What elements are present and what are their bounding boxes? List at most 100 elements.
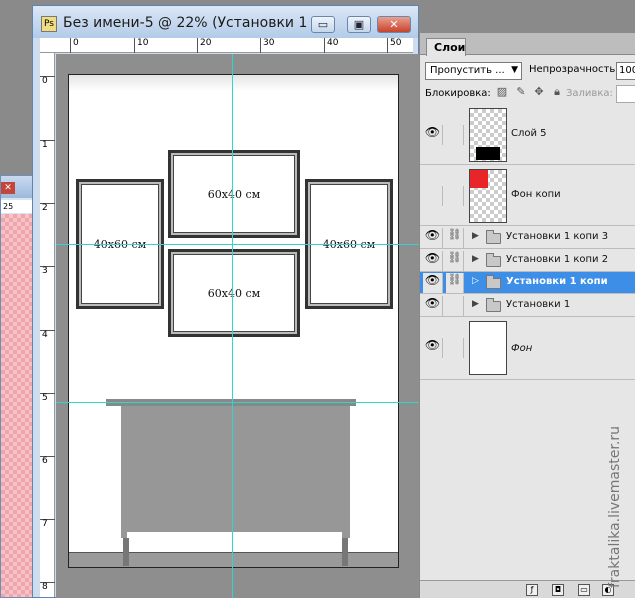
layers-panel-toolbar: ƒ ◘ ▭ ◐ <box>420 580 635 598</box>
vertical-ruler[interactable]: 0 1 2 3 4 5 6 7 8 <box>40 53 55 597</box>
fill-label: Заливка: <box>566 88 613 99</box>
ruler-tick: 30 <box>260 38 274 53</box>
vertical-guide[interactable] <box>232 54 233 598</box>
opacity-input[interactable]: 100 <box>616 62 635 80</box>
layer-name: Фон копи <box>511 189 561 200</box>
expand-triangle-icon[interactable]: ▶ <box>472 299 479 309</box>
opacity-label: Непрозрачность: <box>529 64 619 75</box>
layer-name: Установки 1 копи 2 <box>506 254 609 265</box>
document-title: Без имени-5 @ 22% (Установки 1 ... <box>63 15 326 31</box>
panel-tabstrip: Слои <box>420 33 635 56</box>
folder-icon <box>486 253 501 267</box>
horizontal-ruler[interactable]: 0 10 20 30 40 50 <box>40 38 413 53</box>
layers-panel: Слои Пропустить ... ▼ Непрозрачность: 10… <box>419 33 635 598</box>
eye-icon[interactable]: 👁︎ <box>423 251 443 271</box>
link-slot[interactable] <box>446 186 464 206</box>
horizontal-guide-upper[interactable] <box>56 244 419 245</box>
background-window-ruler: 25 <box>1 200 32 213</box>
table-leg-right <box>342 538 348 566</box>
table-shelf-gap <box>127 532 342 538</box>
background-window-close-button[interactable]: ✕ <box>1 182 15 194</box>
layer-group-row[interactable]: 👁︎ ⛓︎ ▶ Установки 1 копи 2 <box>420 250 635 272</box>
lock-label: Блокировка: <box>425 88 491 99</box>
table-body <box>121 406 350 538</box>
minimize-button[interactable]: ▭ <box>311 16 335 33</box>
expand-triangle-icon[interactable]: ▶ <box>472 254 479 264</box>
link-icon[interactable]: ⛓︎ <box>446 273 464 293</box>
layer-style-icon[interactable]: ƒ <box>526 584 538 596</box>
watermark: fraktalika.livemaster.ru <box>607 426 623 588</box>
eye-icon[interactable]: 👁︎ <box>423 125 443 145</box>
photoshop-doc-icon: Ps <box>41 16 57 32</box>
eye-icon[interactable]: 👁︎ <box>423 296 443 316</box>
document-titlebar[interactable]: Ps Без имени-5 @ 22% (Установки 1 ... ▭ … <box>33 6 418 38</box>
expand-triangle-icon[interactable]: ▷ <box>472 276 479 286</box>
link-icon[interactable]: ⛓︎ <box>446 228 464 248</box>
ruler-tick: 3 <box>40 266 55 276</box>
ruler-tick: 2 <box>40 203 55 213</box>
close-button[interactable]: ✕ <box>377 16 411 33</box>
layer-row[interactable]: 👁︎ Фон <box>420 318 635 380</box>
ruler-tick: 20 <box>197 38 211 53</box>
ruler-tick: 6 <box>40 456 55 466</box>
link-icon[interactable]: ⛓︎ <box>446 251 464 271</box>
eye-icon[interactable]: 👁︎ <box>423 228 443 248</box>
link-slot[interactable] <box>446 296 464 316</box>
floor <box>69 552 398 567</box>
eye-hidden-slot[interactable] <box>423 186 443 206</box>
new-group-icon[interactable]: ▭ <box>578 584 590 596</box>
lock-all-icon[interactable]: 🔒︎ <box>551 86 563 98</box>
layer-group-row-selected[interactable]: 👁︎ ⛓︎ ▷ Установки 1 копи <box>420 272 635 294</box>
eye-icon[interactable]: 👁︎ <box>423 273 443 293</box>
layer-name: Установки 1 копи 3 <box>506 231 609 242</box>
layer-row[interactable]: Фон копи <box>420 166 635 226</box>
add-mask-icon[interactable]: ◘ <box>552 584 564 596</box>
eye-icon[interactable]: 👁︎ <box>423 338 443 358</box>
tab-layers[interactable]: Слои <box>426 38 466 56</box>
ruler-tick: 40 <box>324 38 338 53</box>
ruler-tick: 0 <box>40 76 55 86</box>
layer-group-row[interactable]: 👁︎ ▶ Установки 1 <box>420 295 635 317</box>
ruler-tick: 5 <box>40 393 55 403</box>
layer-row[interactable]: 👁︎ Слой 5 <box>420 105 635 165</box>
ruler-tick: 50 <box>387 38 401 53</box>
blend-mode-value: Пропустить ... <box>430 65 505 76</box>
lock-pixels-icon[interactable]: ✎ <box>515 86 527 98</box>
background-document-window: ✕ 25 <box>0 175 33 598</box>
thumbnail-red-square <box>470 170 488 188</box>
ruler-tick: 8 <box>40 582 55 592</box>
link-slot[interactable] <box>446 125 464 145</box>
table-leg-left <box>123 538 129 566</box>
blend-mode-select[interactable]: Пропустить ... ▼ <box>425 62 522 80</box>
layer-thumbnail <box>469 169 507 223</box>
ruler-tick: 1 <box>40 140 55 150</box>
chevron-down-icon: ▼ <box>511 65 518 75</box>
frame-bottom-center: 60x40 см <box>168 249 300 337</box>
horizontal-guide-lower[interactable] <box>56 402 419 403</box>
document-window: Ps Без имени-5 @ 22% (Установки 1 ... ▭ … <box>32 5 419 598</box>
layer-name: Установки 1 <box>506 299 571 310</box>
folder-icon <box>486 275 501 289</box>
lock-position-icon[interactable]: ✥ <box>533 86 545 98</box>
layer-thumbnail <box>469 108 507 162</box>
thumbnail-black-rect <box>476 147 500 160</box>
fill-input[interactable] <box>616 85 635 103</box>
background-window-canvas <box>1 214 32 597</box>
expand-triangle-icon[interactable]: ▶ <box>472 231 479 241</box>
canvas-area[interactable]: 40x60 см 60x40 см 60x40 см 40x60 см <box>56 54 419 598</box>
frame-top-center: 60x40 см <box>168 150 300 238</box>
layer-name: Слой 5 <box>511 128 547 139</box>
link-slot[interactable] <box>446 338 464 358</box>
folder-icon <box>486 230 501 244</box>
maximize-button[interactable]: ▣ <box>347 16 371 33</box>
folder-icon <box>486 298 501 312</box>
document-canvas[interactable]: 40x60 см 60x40 см 60x40 см 40x60 см <box>68 74 399 568</box>
layer-group-row[interactable]: 👁︎ ⛓︎ ▶ Установки 1 копи 3 <box>420 227 635 249</box>
ruler-tick: 7 <box>40 519 55 529</box>
ruler-tick: 0 <box>70 38 79 53</box>
lock-transparency-icon[interactable]: ▨ <box>496 86 508 98</box>
wall-top-shadow <box>69 75 398 91</box>
ruler-tick: 10 <box>134 38 148 53</box>
layer-thumbnail <box>469 321 507 375</box>
layer-name: Фон <box>511 343 533 354</box>
